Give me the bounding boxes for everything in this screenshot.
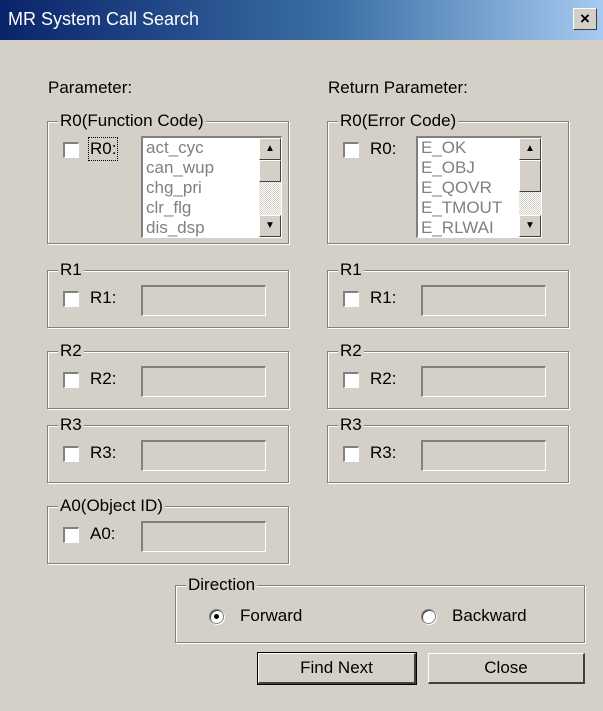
function-code-scrollbar[interactable]: ▲ ▼ bbox=[259, 138, 281, 237]
return-r0-group: R0(Error Code) R0: E_OK E_OBJ E_QOVR E_T… bbox=[327, 111, 569, 244]
param-r3-input[interactable] bbox=[141, 440, 266, 471]
param-r2-group: R2 R2: bbox=[47, 341, 289, 409]
arrow-down-icon: ▼ bbox=[525, 220, 535, 231]
param-r2-checkbox[interactable] bbox=[63, 372, 79, 388]
param-a0-group: A0(Object ID) A0: bbox=[47, 496, 289, 564]
return-r2-checkbox-label: R2: bbox=[370, 369, 397, 388]
backward-radio[interactable] bbox=[421, 609, 436, 624]
return-r0-group-label: R0(Error Code) bbox=[338, 111, 459, 131]
param-a0-checkbox-label: A0: bbox=[90, 524, 116, 543]
scroll-up-button[interactable]: ▲ bbox=[259, 138, 281, 160]
return-r3-checkbox-label: R3: bbox=[370, 443, 397, 462]
return-r0-checkbox[interactable] bbox=[343, 142, 359, 158]
list-item[interactable]: E_QOVR bbox=[421, 178, 517, 198]
scroll-down-button[interactable]: ▼ bbox=[259, 215, 281, 237]
param-r1-checkbox-label: R1: bbox=[90, 288, 117, 307]
list-item[interactable]: E_OK bbox=[421, 138, 517, 158]
arrow-down-icon: ▼ bbox=[265, 220, 275, 231]
find-next-button[interactable]: Find Next bbox=[257, 652, 417, 685]
param-r2-input[interactable] bbox=[141, 366, 266, 397]
return-r1-checkbox[interactable] bbox=[343, 291, 359, 307]
function-code-items: act_cyc can_wup chg_pri clr_flg dis_dsp bbox=[146, 138, 257, 237]
param-r3-checkbox[interactable] bbox=[63, 446, 79, 462]
close-button[interactable]: Close bbox=[428, 653, 585, 684]
return-r3-group-label: R3 bbox=[338, 415, 364, 435]
arrow-up-icon: ▲ bbox=[525, 143, 535, 154]
scroll-up-button[interactable]: ▲ bbox=[519, 138, 541, 160]
return-r2-input[interactable] bbox=[421, 366, 546, 397]
list-item[interactable]: clr_flg bbox=[146, 198, 257, 218]
list-item[interactable]: chg_pri bbox=[146, 178, 257, 198]
param-r2-checkbox-label: R2: bbox=[90, 369, 117, 388]
return-r1-input[interactable] bbox=[421, 285, 546, 316]
param-r1-input[interactable] bbox=[141, 285, 266, 316]
param-r0-checkbox-label: R0: bbox=[87, 137, 119, 161]
list-item[interactable]: can_wup bbox=[146, 158, 257, 178]
error-code-scrollbar[interactable]: ▲ ▼ bbox=[519, 138, 541, 237]
return-r3-input[interactable] bbox=[421, 440, 546, 471]
error-code-list[interactable]: E_OK E_OBJ E_QOVR E_TMOUT E_RLWAI ▲ ▼ bbox=[416, 136, 542, 238]
param-a0-checkbox[interactable] bbox=[63, 527, 79, 543]
return-r1-checkbox-label: R1: bbox=[370, 288, 397, 307]
window-title: MR System Call Search bbox=[8, 9, 200, 29]
list-item[interactable]: E_OBJ bbox=[421, 158, 517, 178]
scroll-track[interactable] bbox=[519, 192, 541, 216]
function-code-list[interactable]: act_cyc can_wup chg_pri clr_flg dis_dsp … bbox=[141, 136, 282, 238]
return-r2-group: R2 R2: bbox=[327, 341, 569, 409]
list-item[interactable]: E_TMOUT bbox=[421, 198, 517, 218]
error-code-items: E_OK E_OBJ E_QOVR E_TMOUT E_RLWAI bbox=[421, 138, 517, 237]
param-r0-checkbox[interactable] bbox=[63, 142, 79, 158]
forward-radio[interactable] bbox=[209, 609, 224, 624]
close-icon: × bbox=[580, 9, 590, 28]
param-r3-checkbox-label: R3: bbox=[90, 443, 117, 462]
return-r3-group: R3 R3: bbox=[327, 415, 569, 483]
return-r3-checkbox[interactable] bbox=[343, 446, 359, 462]
param-r3-group: R3 R3: bbox=[47, 415, 289, 483]
radio-selected-dot bbox=[214, 614, 219, 619]
return-parameter-heading: Return Parameter: bbox=[328, 78, 468, 97]
list-item[interactable]: dis_dsp bbox=[146, 218, 257, 237]
forward-radio-label: Forward bbox=[240, 606, 303, 625]
parameter-heading: Parameter: bbox=[48, 78, 133, 97]
dialog-body: Parameter: Return Parameter: R0(Function… bbox=[0, 40, 603, 711]
scroll-track[interactable] bbox=[259, 182, 281, 214]
direction-group: Direction Forward Backward bbox=[175, 575, 585, 643]
arrow-up-icon: ▲ bbox=[265, 143, 275, 154]
param-r1-group: R1 R1: bbox=[47, 260, 289, 328]
scroll-thumb[interactable] bbox=[259, 160, 281, 182]
direction-group-label: Direction bbox=[186, 575, 258, 595]
param-r0-group: R0(Function Code) R0: act_cyc can_wup ch… bbox=[47, 111, 289, 244]
return-r1-group: R1 R1: bbox=[327, 260, 569, 328]
return-r1-group-label: R1 bbox=[338, 260, 364, 280]
backward-radio-label: Backward bbox=[452, 606, 527, 625]
scroll-thumb[interactable] bbox=[519, 160, 541, 192]
param-a0-input[interactable] bbox=[141, 521, 266, 552]
return-r2-checkbox[interactable] bbox=[343, 372, 359, 388]
list-item[interactable]: act_cyc bbox=[146, 138, 257, 158]
param-r0-group-label: R0(Function Code) bbox=[58, 111, 206, 131]
return-r0-checkbox-label: R0: bbox=[370, 139, 397, 158]
title-bar: MR System Call Search × bbox=[0, 0, 603, 40]
close-window-button[interactable]: × bbox=[573, 8, 597, 30]
scroll-down-button[interactable]: ▼ bbox=[519, 215, 541, 237]
return-r2-group-label: R2 bbox=[338, 341, 364, 361]
param-a0-group-label: A0(Object ID) bbox=[58, 496, 165, 516]
param-r3-group-label: R3 bbox=[58, 415, 84, 435]
param-r2-group-label: R2 bbox=[58, 341, 84, 361]
param-r1-checkbox[interactable] bbox=[63, 291, 79, 307]
param-r1-group-label: R1 bbox=[58, 260, 84, 280]
list-item[interactable]: E_RLWAI bbox=[421, 218, 517, 237]
